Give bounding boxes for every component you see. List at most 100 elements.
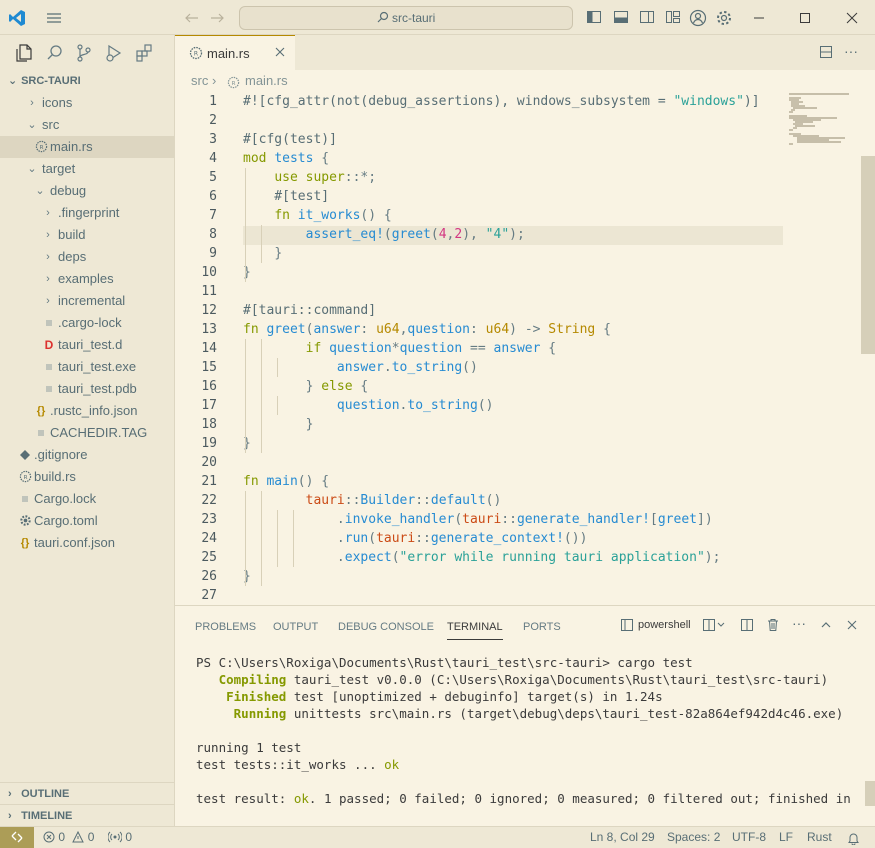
- editor-scrollbar[interactable]: [861, 156, 875, 354]
- encoding[interactable]: UTF-8: [732, 827, 766, 848]
- tree-item[interactable]: CACHEDIR.TAG: [0, 422, 174, 444]
- split-editor-icon[interactable]: [819, 45, 833, 62]
- toggle-secondary-sidebar-icon[interactable]: [638, 9, 656, 27]
- indent-guide: [261, 491, 262, 586]
- tree-item-label: .fingerprint: [58, 205, 120, 220]
- terminal-line: test tests::it_works ... ok: [196, 756, 856, 773]
- result-prefix: test result:: [196, 791, 294, 806]
- line-number: 12: [201, 303, 217, 318]
- tree-item[interactable]: tauri_test.pdb: [0, 378, 174, 400]
- tree-item[interactable]: › icons: [0, 92, 174, 114]
- search-icon[interactable]: [45, 43, 65, 63]
- tab-main-rs[interactable]: R main.rs: [175, 35, 295, 70]
- toggle-primary-sidebar-icon[interactable]: [585, 9, 603, 27]
- terminal-output[interactable]: PS C:\Users\Roxiga\Documents\Rust\tauri_…: [196, 654, 856, 807]
- remote-indicator[interactable]: [0, 827, 34, 848]
- tree-item[interactable]: {} tauri.conf.json: [0, 532, 174, 554]
- code-text: mod tests {: [243, 151, 330, 166]
- tree-item[interactable]: ⌄ debug: [0, 180, 174, 202]
- notifications-bell-icon[interactable]: [847, 831, 860, 848]
- run-debug-icon[interactable]: [104, 43, 124, 63]
- cursor-position[interactable]: Ln 8, Col 29: [590, 827, 655, 848]
- command-center-search[interactable]: src-tauri: [239, 6, 573, 30]
- tree-item[interactable]: .gitignore: [0, 444, 174, 466]
- tree-item[interactable]: tauri_test.exe: [0, 356, 174, 378]
- tree-item[interactable]: {} .rustc_info.json: [0, 400, 174, 422]
- tab-debug-console[interactable]: DEBUG CONSOLE: [338, 620, 434, 640]
- code-line: 4 mod tests {: [175, 149, 785, 168]
- close-tab-icon[interactable]: [273, 45, 287, 62]
- back-icon[interactable]: [183, 9, 201, 27]
- tree-item[interactable]: Cargo.lock: [0, 488, 174, 510]
- tab-ports[interactable]: PORTS: [523, 620, 561, 640]
- tree-item-label: tauri.conf.json: [34, 535, 115, 550]
- problems-status[interactable]: 0 0: [43, 827, 94, 848]
- forward-icon[interactable]: [208, 9, 226, 27]
- json-file-icon: {}: [36, 405, 46, 417]
- tree-item[interactable]: Rmain.rs: [0, 136, 174, 158]
- language-mode[interactable]: Rust: [807, 827, 832, 848]
- code-text: .expect("error while running tauri appli…: [336, 550, 721, 565]
- breadcrumb-file[interactable]: main.rs: [245, 70, 288, 92]
- minimize-icon[interactable]: [750, 9, 768, 27]
- finished-keyword: Finished: [226, 689, 287, 704]
- line-number: 14: [201, 341, 217, 356]
- shell-label[interactable]: powershell: [638, 619, 691, 631]
- timeline-section-header[interactable]: › TIMELINE: [0, 804, 175, 826]
- settings-gear-icon[interactable]: [715, 9, 733, 27]
- tree-item[interactable]: Cargo.toml: [0, 510, 174, 532]
- maximize-icon[interactable]: [796, 9, 814, 27]
- line-number: 24: [201, 531, 217, 546]
- tree-item[interactable]: ⌄ target: [0, 158, 174, 180]
- customize-layout-icon[interactable]: [664, 9, 682, 27]
- tree-item[interactable]: .cargo-lock: [0, 312, 174, 334]
- new-terminal-icon[interactable]: [702, 618, 726, 635]
- more-actions-icon[interactable]: ···: [792, 615, 806, 631]
- menu-icon[interactable]: [45, 9, 63, 27]
- minimap[interactable]: [787, 92, 857, 152]
- maximize-panel-icon[interactable]: [819, 618, 833, 635]
- result-summary: . 1 passed; 0 failed; 0 ignored; 0 measu…: [308, 791, 851, 806]
- search-icon: [377, 11, 392, 25]
- terminal-icon: [620, 618, 634, 635]
- tree-item[interactable]: › build: [0, 224, 174, 246]
- tree-item[interactable]: Rbuild.rs: [0, 466, 174, 488]
- outline-section-header[interactable]: › OUTLINE: [0, 782, 175, 804]
- tab-problems[interactable]: PROBLEMS: [195, 620, 256, 640]
- account-icon[interactable]: [689, 9, 707, 27]
- source-control-icon[interactable]: [74, 43, 94, 63]
- code-editor[interactable]: 1 #![cfg_attr(not(debug_assertions), wind…: [175, 92, 875, 605]
- tree-item-label: .cargo-lock: [58, 315, 122, 330]
- breadcrumb-src[interactable]: src: [191, 70, 208, 92]
- terminal-scrollbar[interactable]: [865, 781, 875, 806]
- tab-output[interactable]: OUTPUT: [273, 620, 318, 640]
- tree-item-label: .gitignore: [34, 447, 88, 462]
- explorer-section-header[interactable]: ⌄ SRC-TAURI: [0, 70, 174, 92]
- tab-terminal[interactable]: TERMINAL: [447, 620, 503, 640]
- tree-item[interactable]: › incremental: [0, 290, 174, 312]
- more-actions-icon[interactable]: ···: [844, 43, 858, 59]
- explorer-icon[interactable]: [14, 43, 34, 63]
- close-icon[interactable]: [843, 9, 861, 27]
- close-panel-icon[interactable]: [845, 618, 859, 635]
- indentation[interactable]: Spaces: 2: [667, 827, 720, 848]
- tree-item[interactable]: Dtauri_test.d: [0, 334, 174, 356]
- trash-icon[interactable]: [766, 618, 780, 635]
- warning-count: 0: [87, 830, 95, 844]
- tree-item[interactable]: › .fingerprint: [0, 202, 174, 224]
- terminal-line: Finished test [unoptimized + debuginfo] …: [196, 688, 856, 705]
- extensions-icon[interactable]: [134, 43, 154, 63]
- end-of-line[interactable]: LF: [779, 827, 793, 848]
- tree-item[interactable]: ⌄ src: [0, 114, 174, 136]
- toggle-panel-icon[interactable]: [612, 9, 630, 27]
- line-number: 9: [209, 246, 217, 261]
- tree-item[interactable]: › examples: [0, 268, 174, 290]
- ports-status[interactable]: 0: [107, 827, 132, 848]
- tree-item[interactable]: › deps: [0, 246, 174, 268]
- indent-guide: [293, 510, 294, 567]
- code-line: 12 #[tauri::command]: [175, 301, 785, 320]
- chevron-down-icon: ⌄: [8, 75, 18, 87]
- split-terminal-icon[interactable]: [740, 618, 754, 635]
